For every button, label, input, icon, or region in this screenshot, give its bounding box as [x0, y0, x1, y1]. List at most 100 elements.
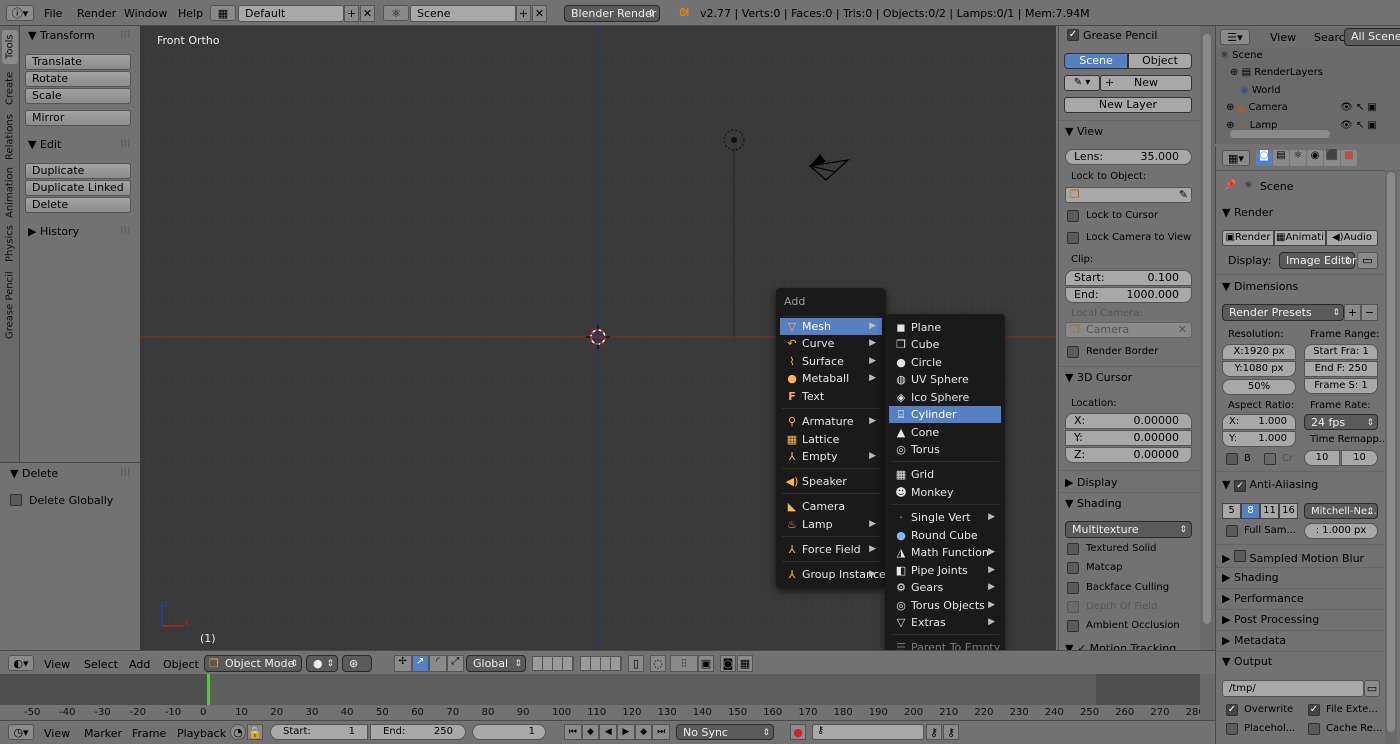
current-frame-marker[interactable] — [207, 674, 210, 705]
start-frame-field[interactable]: Start: 1 — [270, 724, 368, 740]
scale-button[interactable]: Scale — [25, 88, 131, 104]
aspect-y-field[interactable]: Y: 1.000 — [1222, 431, 1296, 447]
remap-old-field[interactable]: 10 — [1304, 450, 1340, 466]
menu-window[interactable]: Window — [124, 7, 167, 20]
grease-new-button[interactable]: + New — [1100, 75, 1192, 91]
scene-tab-icon[interactable]: ⚛ — [1290, 150, 1306, 166]
render-tab-icon[interactable]: ◙ — [1256, 150, 1272, 166]
pencil-icon[interactable]: ✎ ▾ — [1064, 75, 1100, 91]
jump-end-icon[interactable]: ⏭ — [652, 724, 671, 740]
menu-item-cylinder[interactable]: ⌸ Cylinder — [889, 406, 1001, 423]
resolution-percent-field[interactable]: 50% — [1222, 379, 1296, 395]
clip-end-field[interactable]: End: 1000.000 — [1065, 287, 1192, 303]
frame-step-field[interactable]: Frame S: 1 — [1304, 378, 1378, 394]
add-layout-icon[interactable]: + — [344, 5, 359, 22]
scene-icon[interactable]: ⚛ — [383, 5, 409, 21]
render-panel-header[interactable]: ▼ Render — [1222, 206, 1273, 219]
delete-globally-checkbox[interactable] — [10, 494, 22, 506]
render-animation-icon[interactable]: ▦ — [737, 655, 753, 672]
tab-animation[interactable]: Animation — [2, 166, 18, 220]
matcap-checkbox[interactable] — [1067, 562, 1079, 574]
cache-result-checkbox[interactable] — [1308, 723, 1320, 735]
close-scene-icon[interactable]: ✕ — [532, 5, 547, 22]
pivot-dropdown[interactable]: ⊛ — [342, 655, 372, 672]
ambient-occlusion-checkbox[interactable] — [1067, 620, 1079, 632]
record-icon[interactable]: ● — [790, 724, 806, 740]
snap-element-icon[interactable]: ⫶⫶ — [670, 655, 698, 672]
lock-camera-checkbox[interactable] — [1067, 232, 1079, 244]
tab-create[interactable]: Create — [2, 68, 18, 108]
add-scene-icon[interactable]: + — [516, 5, 531, 22]
render-border-checkbox[interactable] — [1067, 346, 1079, 358]
resolution-x-field[interactable]: X:1920 px — [1222, 344, 1296, 360]
menu-item-math-function[interactable]: ◮ Math Function ▶ — [889, 544, 1001, 561]
shading-dropdown[interactable]: ● ⇕ — [306, 655, 338, 672]
shading-panel-header[interactable]: ▼ Shading — [1065, 497, 1122, 510]
3d-viewport[interactable]: Front Ortho z x (1) Add ▽ Mesh ▶ ↶ Curve ▶ ⌇… — [140, 26, 1056, 650]
menu-item-single-vert[interactable]: · Single Vert ▶ — [889, 509, 1001, 526]
menu-item-curve[interactable]: ↶ Curve ▶ — [780, 335, 882, 352]
clip-start-field[interactable]: Start: 0.100 — [1065, 270, 1192, 286]
crop-checkbox[interactable] — [1264, 453, 1276, 465]
display-panel-header[interactable]: ▶ Display — [1065, 476, 1118, 489]
manipulator-toggle-icon[interactable]: ✢ — [394, 655, 412, 672]
history-panel-header[interactable]: ▶ History — [28, 225, 79, 238]
grease-object-button[interactable]: Object — [1128, 53, 1192, 69]
scene-field[interactable]: Scene — [410, 5, 516, 22]
grease-pencil-checkbox[interactable]: ✓ — [1067, 29, 1079, 41]
new-layer-button[interactable]: New Layer — [1064, 97, 1192, 113]
folder-icon[interactable]: ▭ — [1364, 680, 1380, 697]
timeline-editor-icon[interactable]: ◷▾ — [8, 724, 34, 740]
outliner-view-menu[interactable]: View — [1270, 31, 1296, 44]
menu-item-circle[interactable]: ● Circle — [889, 354, 1001, 371]
translate-manipulator-icon[interactable]: ↗ — [411, 655, 429, 672]
end-frame-field[interactable]: End F: 250 — [1304, 361, 1378, 377]
render-layers-tab-icon[interactable]: ▤ — [1273, 150, 1289, 166]
cursor-y-field[interactable]: Y: 0.00000 — [1065, 430, 1192, 446]
orientation-dropdown[interactable]: Global ⇕ — [466, 655, 526, 672]
lock-interface-icon[interactable]: ▭ — [1357, 252, 1378, 269]
output-panel-header[interactable]: ▼ Output — [1222, 655, 1272, 668]
menu-item-group-instance[interactable]: ⅄ Group Instance ▶ — [780, 566, 886, 583]
visibility-eye-icon[interactable]: 👁 ↖ ▣ — [1340, 120, 1377, 131]
texture-tab-icon[interactable]: ▩ — [1341, 150, 1357, 166]
frame-rate-dropdown[interactable]: 24 fps ⇕ — [1304, 414, 1378, 430]
filter-size-field[interactable]: : 1.000 px — [1304, 523, 1378, 539]
cursor-x-field[interactable]: X: 0.00000 — [1065, 413, 1192, 429]
timeline-menu-playback[interactable]: Playback — [177, 727, 226, 740]
3d-cursor-panel-header[interactable]: ▼ 3D Cursor — [1065, 371, 1132, 384]
placeholders-checkbox[interactable] — [1226, 723, 1238, 735]
menu-item-speaker[interactable]: ◀) Speaker — [780, 473, 882, 490]
screen-layout-icon[interactable]: ▦ — [210, 5, 236, 21]
world-tab-icon[interactable]: ◉ — [1307, 150, 1323, 166]
menu-item-torus[interactable]: ◎ Torus — [889, 441, 1001, 458]
keying-set-field[interactable]: ⚷ — [812, 724, 924, 740]
animation-button[interactable]: ▦Animati — [1274, 230, 1326, 246]
close-layout-icon[interactable]: ✕ — [360, 5, 375, 22]
mode-dropdown[interactable]: ❒ Object Mode ⇕ — [204, 655, 302, 672]
operator-panel-header[interactable]: ▼ Delete — [10, 467, 58, 480]
layer-buttons-left[interactable] — [532, 656, 574, 671]
play-reverse-icon[interactable]: ◀ — [599, 724, 618, 740]
outliner-row-renderlayers[interactable]: ⊕ ▤ RenderLayers — [1230, 67, 1323, 78]
anti-aliasing-checkbox[interactable]: ✓ — [1233, 480, 1246, 492]
overwrite-checkbox[interactable]: ✓ — [1226, 704, 1238, 716]
remove-preset-icon[interactable]: − — [1361, 304, 1378, 321]
proportional-edit-icon[interactable]: ◌ — [650, 655, 666, 672]
timeline-menu-frame[interactable]: Frame — [132, 727, 166, 740]
lock-time-icon[interactable]: 🔒 — [247, 724, 263, 740]
drag-handle-icon[interactable]: ⁞⁞⁞ — [120, 137, 131, 150]
post-processing-panel-header[interactable]: ▶ Post Processing — [1222, 613, 1319, 626]
jump-keyframe-back-icon[interactable]: ◆ — [581, 724, 600, 740]
grease-scene-button[interactable]: Scene — [1064, 53, 1128, 69]
menu-item-camera[interactable]: ◣ Camera — [780, 498, 882, 515]
lock-object-field[interactable]: ❒ ✎ — [1065, 187, 1192, 203]
rotate-button[interactable]: Rotate — [25, 71, 131, 87]
tab-physics[interactable]: Physics — [2, 224, 18, 264]
menu-help[interactable]: Help — [178, 7, 203, 20]
transform-panel-header[interactable]: ▼ Transform — [28, 29, 95, 42]
aa-samples-16[interactable]: 16 — [1279, 503, 1298, 519]
end-frame-field[interactable]: End: 250 — [370, 724, 466, 740]
textured-solid-checkbox[interactable] — [1067, 543, 1079, 555]
current-frame-field[interactable]: 1 — [472, 724, 546, 740]
